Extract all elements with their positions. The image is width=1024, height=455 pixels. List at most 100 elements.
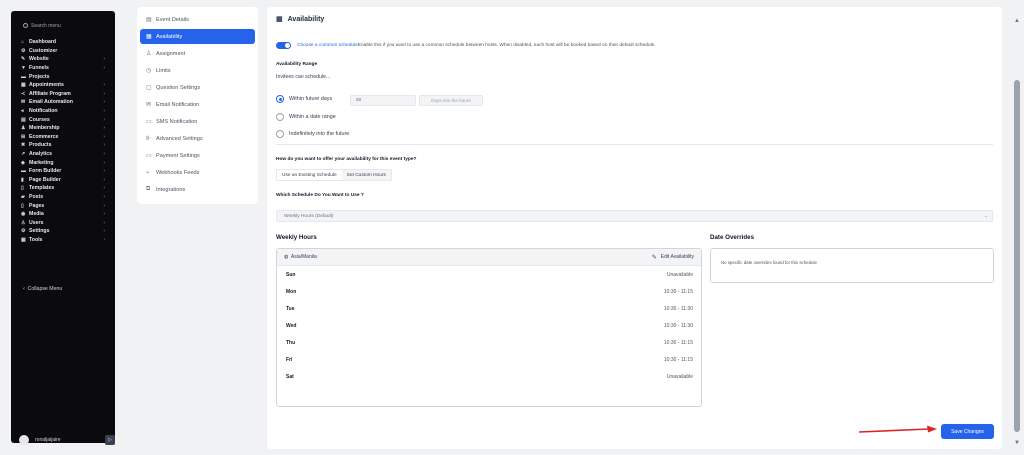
sidebar-item-label: Posts [29,193,44,200]
submenu-item-sms-notification[interactable]: ▭ SMS Notification [140,114,255,129]
pages-icon: ▯ [21,202,24,209]
common-schedule-link[interactable]: Choose a common schedule [297,43,358,48]
sidebar-item-notification[interactable]: ◂ Notification › [11,107,115,116]
submenu-item-question-settings[interactable]: ▢ Question Settings [140,80,255,95]
sidebar-item-website[interactable]: ✎ Website › [11,55,115,64]
scroll-up-icon[interactable]: ▲ [1014,18,1020,24]
radio-within-future-days[interactable]: Within future days [276,95,332,103]
submenu-item-limits[interactable]: ◷ Limits [140,63,255,78]
sidebar-user[interactable]: ronaljaijaire ▷ [19,435,115,445]
email-notification-icon: ✉ [146,102,152,108]
radio-button[interactable] [276,113,284,121]
sms-notification-icon: ▭ [146,119,152,125]
sidebar-item-pages[interactable]: ▯ Pages › [11,201,115,210]
submenu-item-webhooks-feeds[interactable]: ⌁ Webhooks Feeds [140,165,255,180]
sidebar-item-membership[interactable]: ♟ Membership › [11,124,115,133]
submenu-item-label: SMS Notification [156,118,198,125]
future-days-input[interactable]: 60 [350,95,416,106]
sidebar-item-marketing[interactable]: ◆ Marketing › [11,158,115,167]
globe-icon: ◍ [284,254,289,260]
radio-button[interactable] [276,95,284,103]
weekly-hours-header: ◍ Asia/Manila ✎ Edit Availability [277,249,701,266]
sidebar-item-affiliate-program[interactable]: ≺ Affiliate Program › [11,90,115,99]
day-hours: 10:30 - 11:15 [663,356,693,363]
radio-indefinitely[interactable]: Indefinitely into the future [276,130,349,138]
form-builder-icon: ▬ [21,168,26,175]
sidebar-item-email-automation[interactable]: ✉ Email Automation › [11,98,115,107]
sidebar-item-label: Users [29,219,44,226]
membership-icon: ♟ [21,125,26,132]
scrollbar-thumb[interactable] [1014,80,1020,432]
advanced-settings-icon: ⊪ [146,136,152,142]
save-changes-button[interactable]: Save Changes [941,424,994,439]
timezone-label: ◍ Asia/Manila [284,254,652,260]
collapse-menu-button[interactable]: ‹ Collapse Menu [23,286,62,292]
radio-label: Within a date range [289,114,336,120]
common-schedule-toggle[interactable] [276,42,291,49]
submenu-item-availability[interactable]: ▦ Availability [140,29,255,44]
scroll-down-icon[interactable]: ▼ [1014,440,1020,446]
submenu-item-assignment[interactable]: ♙ Assignment [140,46,255,61]
sidebar-item-funnels[interactable]: ▼ Funnels › [11,64,115,73]
schedule-select-value: Weekly Hours (Default) [284,213,334,219]
radio-button[interactable] [276,130,284,138]
notification-icon: ◂ [21,108,24,115]
edit-availability-button[interactable]: ✎ Edit Availability [652,254,694,261]
submenu-item-advanced-settings[interactable]: ⊪ Advanced Settings [140,131,255,146]
day-rows: Sun Unavailable Mon 10:30 - 11:15 Tue 10:30 -… [277,266,701,385]
affiliate-icon: ≺ [21,90,26,97]
appointments-icon: ▦ [21,82,26,89]
day-name: Fri [286,356,293,363]
submenu-item-label: Limits [156,67,171,74]
set-custom-hours-option[interactable]: Set Custom Hours [341,170,391,180]
submenu-item-integrations[interactable]: ⧉ Integrations [140,182,255,197]
day-name: Mon [286,288,297,295]
sidebar-item-projects[interactable]: ▬ Projects [11,72,115,81]
submenu-item-label: Question Settings [156,84,201,91]
sidebar-item-ecommerce[interactable]: ⊞ Ecommerce › [11,133,115,142]
sidebar-item-page-builder[interactable]: ▮ Page Builder › [11,176,115,185]
sidebar-item-courses[interactable]: ▤ Courses › [11,115,115,124]
day-name: Sun [286,271,296,278]
radio-within-date-range[interactable]: Within a date range [276,113,336,121]
date-overrides-title: Date Overrides [710,234,755,241]
sidebar-item-label: Notification [29,108,58,115]
sidebar-item-tools[interactable]: ▦ Tools › [11,236,115,245]
submenu-item-payment-settings[interactable]: ▭ Payment Settings [140,148,255,163]
invitees-can-schedule-text: Invitees can schedule... [276,74,331,80]
common-schedule-row: Choose a common schedule Enable this if y… [276,42,656,49]
sidebar-item-label: Form Builder [29,168,62,175]
page-scrollbar[interactable]: ▲ ▼ [1012,14,1022,451]
sidebar-menu: ⌂ Dashboard ⚙ Customizer ✎ Website › ▼ Funnels › ▬… [11,38,115,244]
sidebar-item-media[interactable]: ◉ Media › [11,210,115,219]
submenu-item-event-details[interactable]: ▤ Event Details [140,12,255,27]
section-divider [276,144,993,145]
sidebar-item-settings[interactable]: ⚙ Settings › [11,227,115,236]
sidebar-item-analytics[interactable]: ↗ Analytics › [11,150,115,159]
sidebar-item-templates[interactable]: ▯ Templates › [11,184,115,193]
sidebar-item-posts[interactable]: ▰ Posts › [11,193,115,202]
day-row-sun: Sun Unavailable [277,266,701,283]
sidebar-item-label: Funnels [29,65,49,72]
sidebar-item-users[interactable]: ♙ Users › [11,218,115,227]
day-hours: 10:30 - 11:15 [663,288,693,295]
sidebar-item-appointments[interactable]: ▦ Appointments › [11,81,115,90]
submenu-item-label: Payment Settings [156,152,200,159]
schedule-select[interactable]: Weekly Hours (Default) ⌄ [276,210,993,222]
sidebar-item-label: Ecommerce [29,133,59,140]
payment-settings-icon: ▭ [146,153,152,159]
sidebar-item-products[interactable]: ✖ Products › [11,141,115,150]
use-existing-schedule-option[interactable]: Use an Existing Schedule [277,170,342,180]
sidebar-item-dashboard[interactable]: ⌂ Dashboard [11,38,115,47]
sidebar-item-form-builder[interactable]: ▬ Form Builder › [11,167,115,176]
sidebar-item-label: Appointments [29,82,64,89]
submenu-item-email-notification[interactable]: ✉ Email Notification [140,97,255,112]
user-menu-button[interactable]: ▷ [105,435,115,445]
sidebar-item-label: Pages [29,202,45,209]
common-schedule-help: Enable this if you want to use a common … [357,43,656,48]
chevron-right-icon: › [103,219,105,226]
ecommerce-icon: ⊞ [21,133,26,140]
sidebar-search[interactable]: Search menu [23,23,61,29]
day-name: Thu [286,339,296,346]
sidebar-item-customizer[interactable]: ⚙ Customizer [11,47,115,56]
